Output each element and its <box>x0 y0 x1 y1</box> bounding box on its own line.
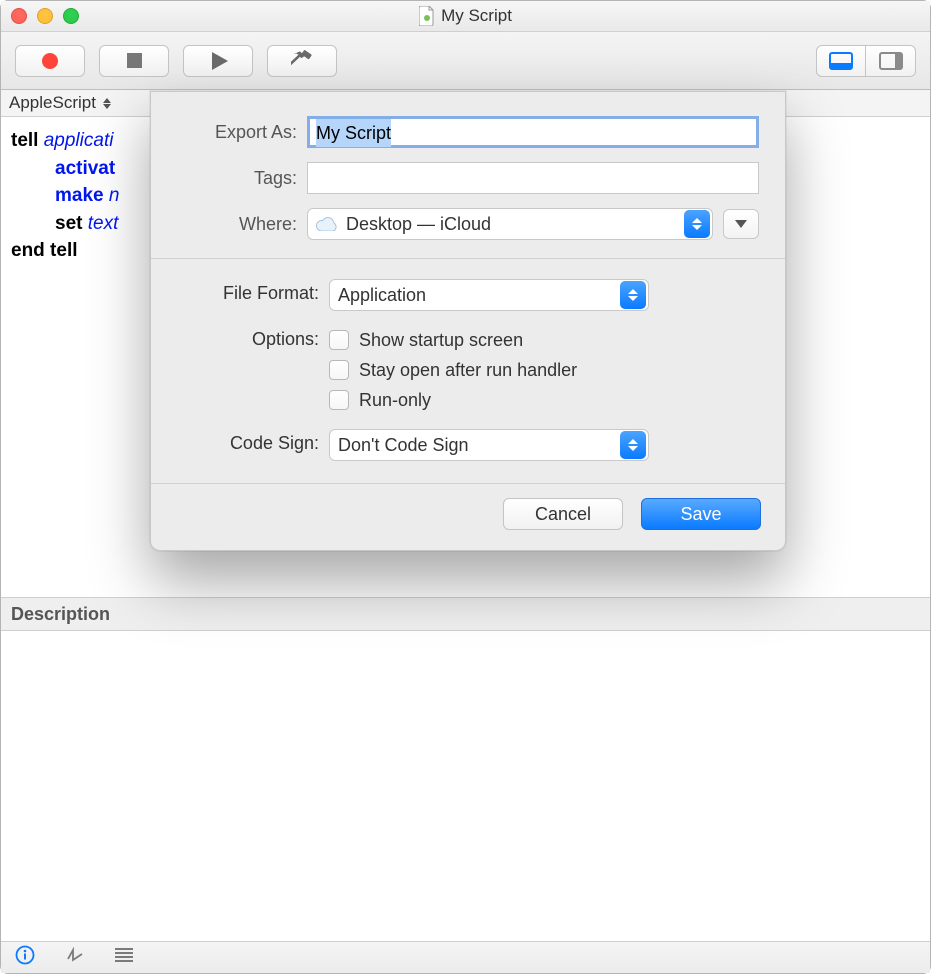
export-as-input[interactable]: My Script <box>307 116 759 148</box>
description-area[interactable] <box>1 631 930 926</box>
record-button[interactable] <box>15 45 85 77</box>
document-icon <box>419 6 435 26</box>
option-label: Run-only <box>359 390 431 411</box>
chevron-down-icon <box>735 220 747 228</box>
toolbar <box>1 32 930 90</box>
where-label: Where: <box>177 214 307 235</box>
file-format-label: File Format: <box>177 279 329 304</box>
window-title-text: My Script <box>441 6 512 26</box>
language-label: AppleScript <box>9 93 96 113</box>
description-label: Description <box>11 604 110 625</box>
play-icon <box>212 52 228 70</box>
option-show-startup[interactable]: Show startup screen <box>329 325 759 355</box>
popup-arrows-icon <box>620 431 646 459</box>
show-bottom-pane-button[interactable] <box>816 45 866 77</box>
zoom-window-button[interactable] <box>63 8 79 24</box>
icloud-icon <box>316 217 338 231</box>
export-as-label: Export As: <box>177 122 307 143</box>
expand-save-panel-button[interactable] <box>723 209 759 239</box>
where-popup[interactable]: Desktop — iCloud <box>307 208 713 240</box>
file-format-value: Application <box>338 285 426 306</box>
option-label: Stay open after run handler <box>359 360 577 381</box>
side-pane-icon <box>879 52 903 70</box>
window-controls <box>11 8 79 24</box>
checkbox[interactable] <box>329 360 349 380</box>
options-label: Options: <box>177 325 329 350</box>
where-value: Desktop — iCloud <box>346 214 491 235</box>
record-icon <box>42 53 58 69</box>
status-bar <box>1 941 930 973</box>
save-button[interactable]: Save <box>641 498 761 530</box>
info-icon[interactable] <box>15 945 35 970</box>
stop-icon <box>127 53 142 68</box>
code-sign-popup[interactable]: Don't Code Sign <box>329 429 649 461</box>
description-header[interactable]: Description <box>1 597 930 631</box>
popup-arrows-icon <box>684 210 710 238</box>
stop-button[interactable] <box>99 45 169 77</box>
file-format-popup[interactable]: Application <box>329 279 649 311</box>
run-button[interactable] <box>183 45 253 77</box>
list-icon[interactable] <box>115 948 133 967</box>
export-as-value: My Script <box>316 119 391 147</box>
option-stay-open[interactable]: Stay open after run handler <box>329 355 759 385</box>
export-sheet: Export As: My Script Tags: Where: Deskto… <box>150 91 786 551</box>
checkbox[interactable] <box>329 330 349 350</box>
hammer-icon <box>291 50 313 72</box>
accessory-icon[interactable] <box>65 947 85 968</box>
code-sign-label: Code Sign: <box>177 429 329 454</box>
window-title: My Script <box>419 6 512 26</box>
minimize-window-button[interactable] <box>37 8 53 24</box>
checkbox[interactable] <box>329 390 349 410</box>
compile-button[interactable] <box>267 45 337 77</box>
show-side-pane-button[interactable] <box>866 45 916 77</box>
tags-input[interactable] <box>307 162 759 194</box>
view-toggle <box>816 45 916 77</box>
popup-arrows-icon <box>620 281 646 309</box>
option-run-only[interactable]: Run-only <box>329 385 759 415</box>
bottom-pane-icon <box>829 52 853 70</box>
titlebar: My Script <box>1 1 930 32</box>
cancel-button[interactable]: Cancel <box>503 498 623 530</box>
tags-label: Tags: <box>177 168 307 189</box>
close-window-button[interactable] <box>11 8 27 24</box>
language-stepper-icon <box>102 98 113 109</box>
code-sign-value: Don't Code Sign <box>338 435 469 456</box>
option-label: Show startup screen <box>359 330 523 351</box>
